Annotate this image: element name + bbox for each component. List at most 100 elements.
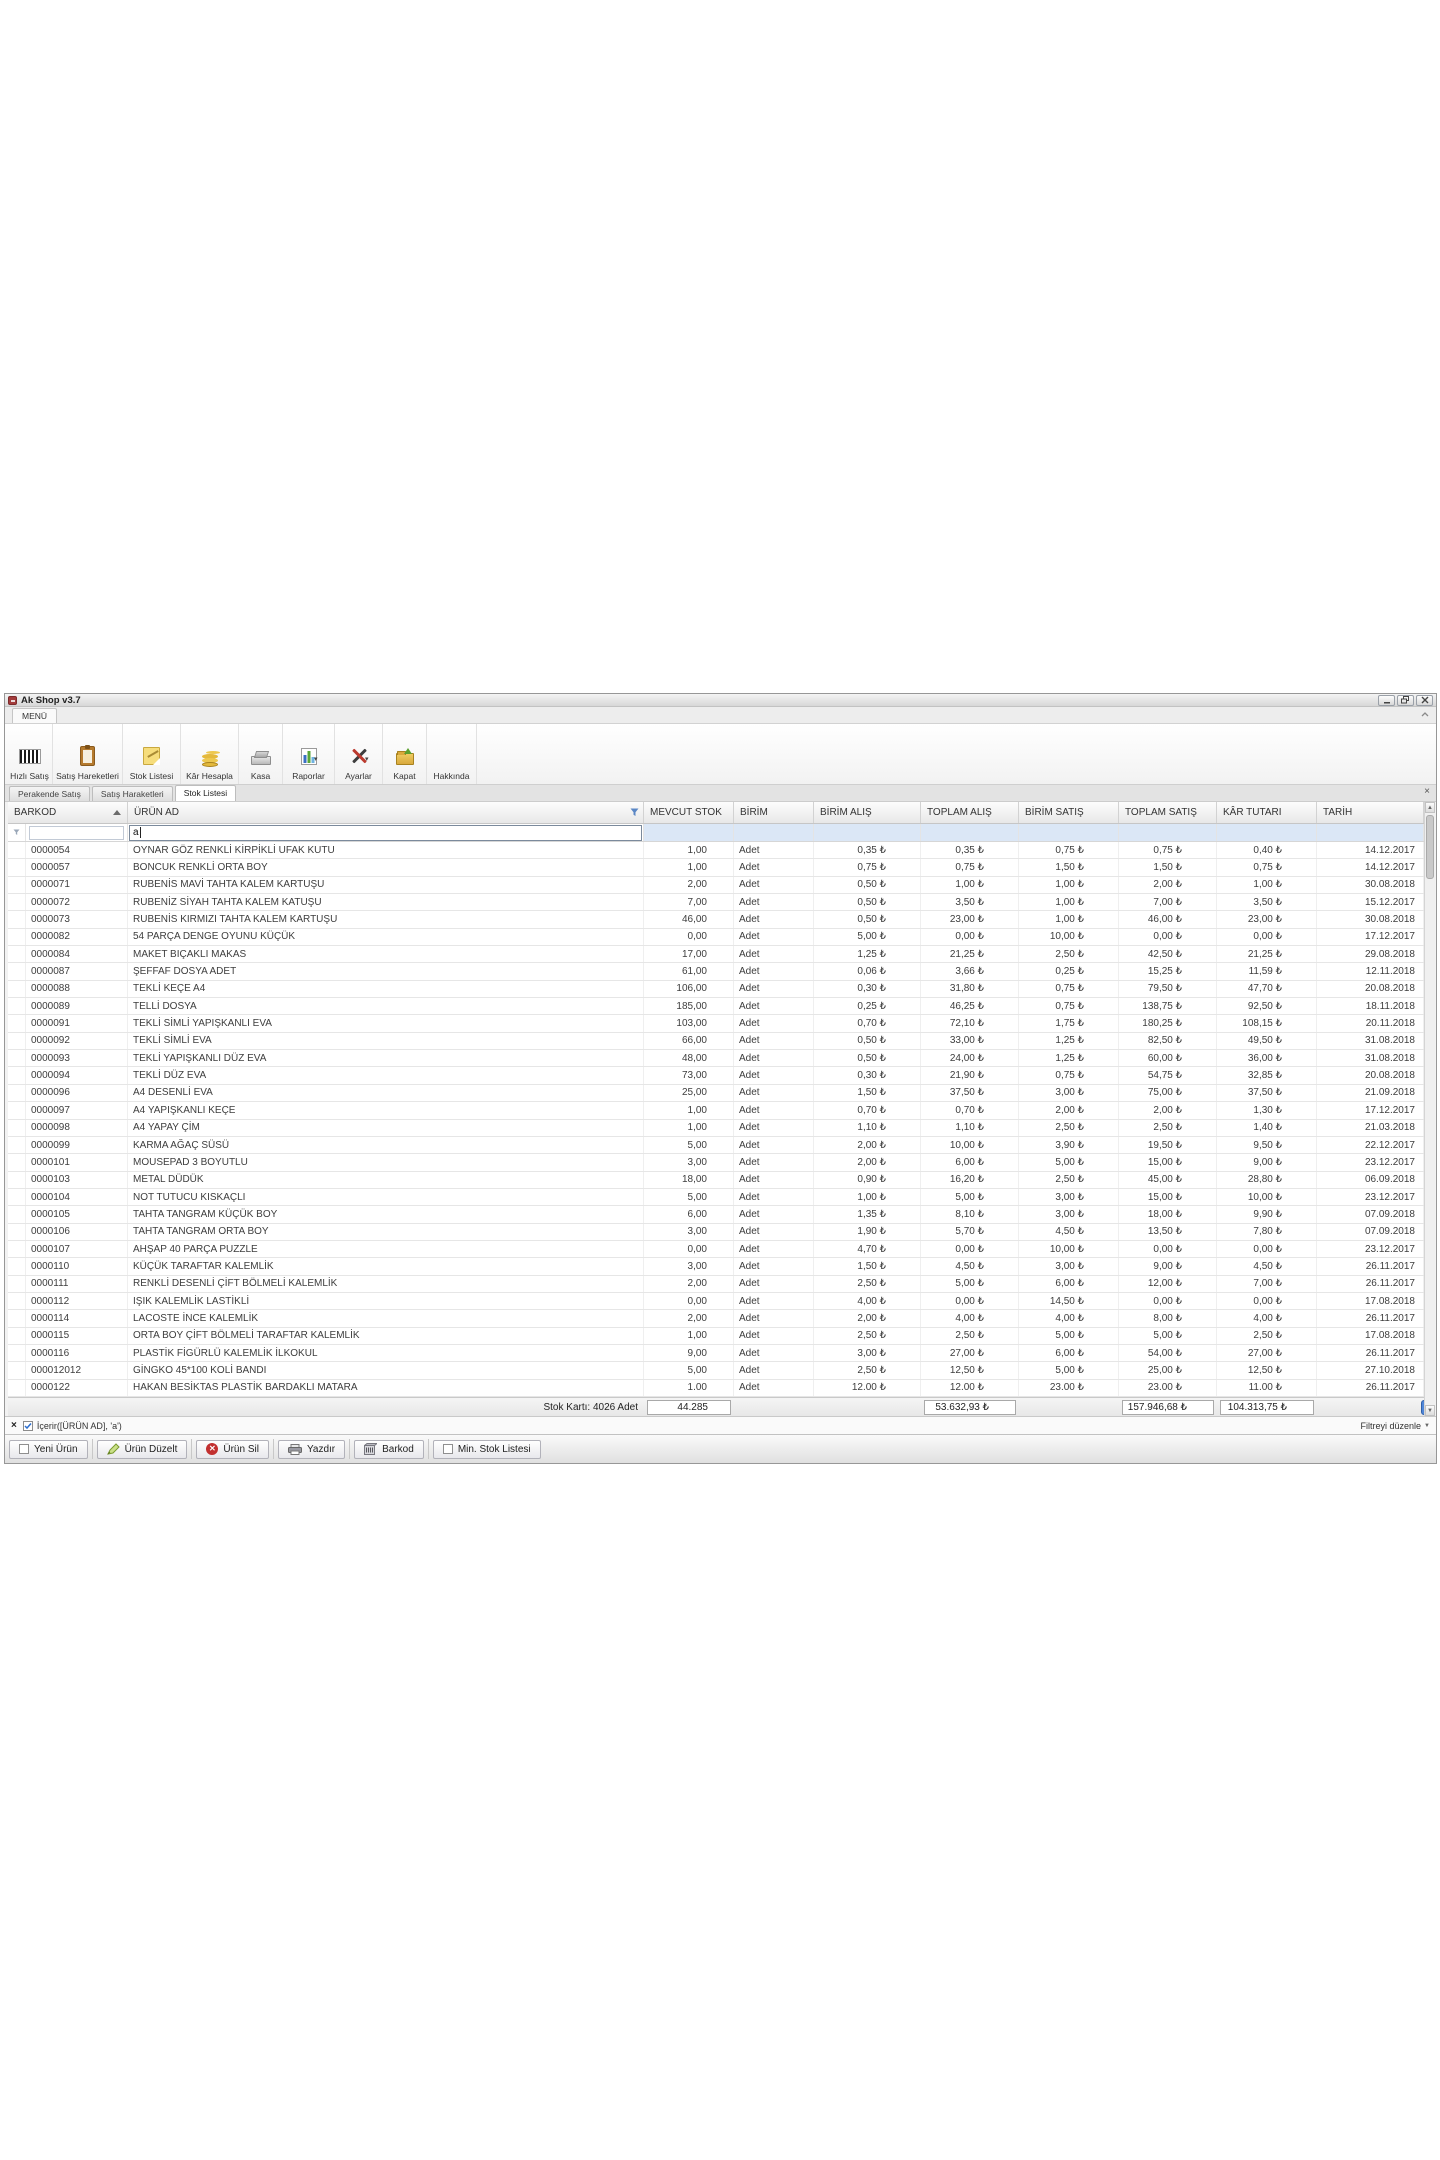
column-header-birim_alis[interactable]: BİRİM ALIŞ	[814, 802, 921, 823]
toolbar-button-sat-hareketleri[interactable]: Satış Hareketleri	[53, 724, 123, 784]
table-row[interactable]: 0000091 TEKLİ SİMLİ YAPIŞKANLI EVA 103,00 A…	[8, 1015, 1435, 1033]
filter-cell-urun-ad[interactable]: a	[128, 824, 644, 841]
cell-barkod: 0000098	[26, 1119, 128, 1136]
filter-cell[interactable]	[734, 824, 814, 841]
toolbar-button-kasa[interactable]: Kasa	[239, 724, 283, 784]
table-row[interactable]: 0000084 MAKET BIÇAKLI MAKAS 17,00 Adet 1,25 …	[8, 946, 1435, 964]
toolbar-button-stok-listesi[interactable]: Stok Listesi	[123, 724, 181, 784]
table-row[interactable]: 0000104 NOT TUTUCU KISKAÇLI 5,00 Adet 1,00 ₺…	[8, 1188, 1435, 1207]
table-row[interactable]: 0000111 RENKLİ DESENLİ ÇİFT BÖLMELİ KALEM…	[8, 1275, 1435, 1293]
button-min-stok-listesi[interactable]: Min. Stok Listesi	[432, 1439, 541, 1459]
cell-toplam_alis: 31,80 ₺	[921, 980, 1019, 998]
filter-enabled-checkbox[interactable]	[22, 1420, 33, 1431]
tab-menu[interactable]: MENÜ	[12, 708, 58, 723]
cell-mevcut_stok: 5,00	[644, 1362, 734, 1379]
scroll-up-icon[interactable]: ▲	[1425, 802, 1435, 813]
minimize-button[interactable]	[1378, 694, 1395, 706]
button-yeni-r-n[interactable]: Yeni Ürün	[9, 1439, 88, 1459]
cell-urun_ad: KÜÇÜK TARAFTAR KALEMLİK	[128, 1258, 644, 1275]
table-row[interactable]: 0000087 ŞEFFAF DOSYA ADET 61,00 Adet 0,06 ₺ 3…	[8, 963, 1435, 981]
restore-button[interactable]	[1397, 694, 1414, 706]
close-window-button[interactable]	[1416, 694, 1433, 706]
button-yazd-r[interactable]: Yazdır	[277, 1439, 346, 1459]
table-row[interactable]: 0000103 METAL DÜDÜK 18,00 Adet 0,90 ₺ 16,20 ₺…	[8, 1171, 1435, 1189]
cell-birim_satis: 3,90 ₺	[1019, 1136, 1119, 1154]
table-row[interactable]: 0000099 KARMA AĞAÇ SÜSÜ 5,00 Adet 2,00 ₺ 10,0…	[8, 1136, 1435, 1155]
table-row[interactable]: 0000088 TEKLİ KEÇE A4 106,00 Adet 0,30 ₺ 31,8…	[8, 980, 1435, 999]
table-row[interactable]: 000012012 GİNGKO 45*100 KOLİ BANDI 5,00 Ade…	[8, 1362, 1435, 1380]
urun-ad-filter-input[interactable]: a	[129, 824, 642, 841]
summary-kar-tutari: 104.313,75 ₺	[1220, 1399, 1314, 1415]
table-row[interactable]: 0000094 TEKLİ DÜZ EVA 73,00 Adet 0,30 ₺ 21,90…	[8, 1067, 1435, 1085]
row-indicator	[8, 1379, 26, 1396]
table-row[interactable]: 0000107 AHŞAP 40 PARÇA PUZZLE 0,00 Adet 4,70…	[8, 1240, 1435, 1259]
table-row[interactable]: 0000054 OYNAR GÖZ RENKLİ KİRPİKLİ UFAK KU…	[8, 842, 1435, 860]
filter-cell[interactable]	[1217, 824, 1317, 841]
cell-tarih: 15.12.2017	[1317, 894, 1424, 911]
table-row[interactable]: 0000105 TAHTA TANGRAM KÜÇÜK BOY 6,00 Adet 1,…	[8, 1206, 1435, 1224]
filter-cell[interactable]	[644, 824, 734, 841]
column-header-barkod[interactable]: BARKOD	[8, 802, 128, 823]
column-header-toplam_alis[interactable]: TOPLAM ALIŞ	[921, 802, 1019, 823]
table-row[interactable]: 0000114 LACOSTE İNCE KALEMLİK 2,00 Adet 2,00…	[8, 1310, 1435, 1328]
table-row[interactable]: 0000097 A4 YAPIŞKANLI KEÇE 1,00 Adet 0,70 ₺ 0…	[8, 1102, 1435, 1120]
tab-perakende-sat[interactable]: Perakende Satış	[9, 786, 90, 801]
table-row[interactable]: 0000071 RUBENİS MAVİ TAHTA KALEM KARTUŞU 2…	[8, 876, 1435, 895]
filter-cell[interactable]	[1317, 824, 1424, 841]
button-barkod[interactable]: Barkod	[354, 1439, 424, 1459]
filter-cell[interactable]	[1019, 824, 1119, 841]
barkod-filter-input[interactable]	[29, 825, 124, 840]
table-row[interactable]: 0000093 TEKLİ YAPIŞKANLI DÜZ EVA 48,00 Adet…	[8, 1050, 1435, 1068]
tab-stok-listesi[interactable]: Stok Listesi	[174, 785, 237, 801]
table-row[interactable]: 0000057 BONCUK RENKLİ ORTA BOY 1,00 Adet 0,7…	[8, 859, 1435, 877]
table-row[interactable]: 0000116 PLASTİK FİGÜRLÜ KALEMLİK İLKOKUL 9…	[8, 1344, 1435, 1363]
toolbar-button-kapat[interactable]: Kapat	[383, 724, 427, 784]
collapse-ribbon-icon[interactable]	[1420, 710, 1430, 723]
tab-sat-haraketleri[interactable]: Satış Haraketleri	[91, 786, 173, 801]
filter-cell[interactable]	[921, 824, 1019, 841]
table-row[interactable]: 0000073 RUBENİS KIRMIZI TAHTA KALEM KARTU…	[8, 911, 1435, 929]
table-row[interactable]: 0000098 A4 YAPAY ÇİM 1,00 Adet 1,10 ₺ 1,10 ₺ 2…	[8, 1119, 1435, 1137]
table-row[interactable]: 0000089 TELLİ DOSYA 185,00 Adet 0,25 ₺ 46,25 …	[8, 998, 1435, 1016]
table-row[interactable]: 0000082 54 PARÇA DENGE OYUNU KÜÇÜK 0,00 Ade…	[8, 928, 1435, 947]
vertical-scrollbar[interactable]: ▲ ▼	[1424, 802, 1435, 1416]
filter-funnel-icon[interactable]	[630, 808, 639, 817]
title-bar[interactable]: Ak Shop v3.7	[5, 694, 1436, 707]
scrollbar-thumb[interactable]	[1426, 815, 1434, 879]
scroll-down-icon[interactable]: ▼	[1425, 1405, 1435, 1416]
button-r-n-sil[interactable]: ✕ Ürün Sil	[196, 1439, 269, 1459]
cell-mevcut_stok: 6,00	[644, 1206, 734, 1223]
column-header-tarih[interactable]: TARİH	[1317, 802, 1424, 823]
column-header-urun_ad[interactable]: ÜRÜN AD	[128, 802, 644, 823]
button-r-n-d-zelt[interactable]: Ürün Düzelt	[96, 1439, 188, 1459]
table-row[interactable]: 0000112 IŞIK KALEMLİK LASTİKLİ 0,00 Adet 4,0…	[8, 1292, 1435, 1311]
table-row[interactable]: 0000110 KÜÇÜK TARAFTAR KALEMLİK 3,00 Adet 1,…	[8, 1258, 1435, 1276]
table-row[interactable]: 0000096 A4 DESENLİ EVA 25,00 Adet 1,50 ₺ 37,5…	[8, 1084, 1435, 1103]
toolbar-button-ayarlar[interactable]: ▾ Ayarlar	[335, 724, 383, 784]
table-row[interactable]: 0000101 MOUSEPAD 3 BOYUTLU 3,00 Adet 2,00 ₺ 6…	[8, 1154, 1435, 1172]
cell-kar_tutari: 92,50 ₺	[1217, 998, 1317, 1015]
filter-cell[interactable]	[1119, 824, 1217, 841]
table-row[interactable]: 0000106 TAHTA TANGRAM ORTA BOY 3,00 Adet 1,9…	[8, 1223, 1435, 1241]
toolbar-button-raporlar[interactable]: ▾ Raporlar	[283, 724, 335, 784]
clear-filter-icon[interactable]: ×	[11, 1420, 17, 1431]
table-row[interactable]: 0000092 TEKLİ SİMLİ EVA 66,00 Adet 0,50 ₺ 33,…	[8, 1032, 1435, 1051]
table-row[interactable]: 0000072 RUBENİZ SİYAH TAHTA KALEM KATUŞU 7…	[8, 894, 1435, 912]
toolbar-button-hakk-nda[interactable]: Hakkında	[427, 724, 477, 784]
cell-urun_ad: METAL DÜDÜK	[128, 1171, 644, 1188]
filter-cell[interactable]	[814, 824, 921, 841]
edit-filter-button[interactable]: Filtreyi düzenle ▼	[1361, 1421, 1430, 1431]
filter-cell-barkod[interactable]	[26, 824, 128, 841]
column-header-mevcut_stok[interactable]: MEVCUT STOK	[644, 802, 734, 823]
table-row[interactable]: 0000115 ORTA BOY ÇİFT BÖLMELİ TARAFTAR KA…	[8, 1327, 1435, 1345]
column-header-kar_tutari[interactable]: KÂR TUTARI	[1217, 802, 1317, 823]
column-header-toplam_satis[interactable]: TOPLAM SATIŞ	[1119, 802, 1217, 823]
close-tab-icon[interactable]: ×	[1424, 787, 1430, 797]
toolbar-button-h-zl-sat[interactable]: Hızlı Satış	[7, 724, 53, 784]
column-header-birim_satis[interactable]: BİRİM SATIŞ	[1019, 802, 1119, 823]
toolbar-button-k-r-hesapla[interactable]: Kâr Hesapla	[181, 724, 239, 784]
column-header-label: KÂR TUTARI	[1223, 807, 1282, 818]
cell-birim: Adet	[734, 894, 814, 911]
column-header-birim[interactable]: BİRİM	[734, 802, 814, 823]
table-row[interactable]: 0000122 HAKAN BESİKTAS PLASTİK BARDAKLI M…	[8, 1379, 1435, 1397]
